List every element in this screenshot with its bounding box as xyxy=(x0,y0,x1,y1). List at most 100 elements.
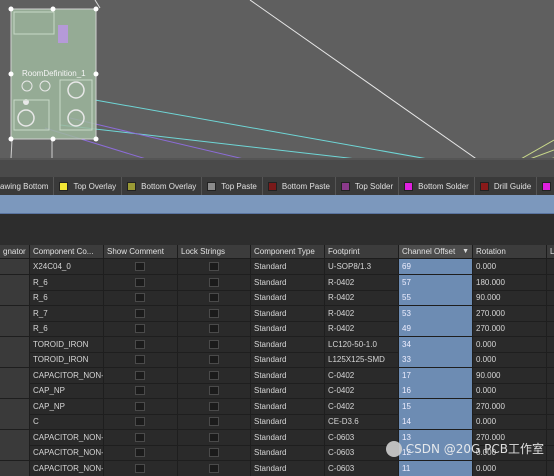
lock-strings-checkbox[interactable] xyxy=(209,370,219,380)
rotation-cell[interactable]: 270.000 xyxy=(473,305,547,321)
show-comment-checkbox[interactable] xyxy=(135,324,145,333)
layer-tab[interactable]: Bottom Solder xyxy=(399,177,475,195)
component-type-cell[interactable]: Standard xyxy=(251,336,325,352)
designator-cell[interactable] xyxy=(0,274,30,290)
comment-cell[interactable]: R_7 xyxy=(30,305,104,321)
lock-strings-cell[interactable] xyxy=(178,336,251,352)
show-comment-cell[interactable] xyxy=(104,398,178,414)
show-comment-checkbox[interactable] xyxy=(135,339,145,349)
extra-cell[interactable] xyxy=(547,399,554,414)
table-row[interactable]: R_6 Standard R-0402 55 90.000 xyxy=(0,290,554,306)
designator-cell[interactable] xyxy=(0,445,30,460)
component-type-cell[interactable]: Standard xyxy=(251,367,325,383)
designator-cell[interactable] xyxy=(0,336,30,352)
component-type-cell[interactable]: Standard xyxy=(251,414,325,429)
rotation-cell[interactable]: 0.000 xyxy=(473,336,547,352)
rotation-cell[interactable]: 270.000 xyxy=(473,321,547,336)
designator-cell[interactable] xyxy=(0,259,30,274)
extra-cell[interactable] xyxy=(547,290,554,305)
show-comment-cell[interactable] xyxy=(104,460,178,476)
comment-cell[interactable]: CAPACITOR_NON-F xyxy=(30,460,104,476)
designator-cell[interactable] xyxy=(0,398,30,414)
show-comment-checkbox[interactable] xyxy=(135,277,145,287)
layer-tab[interactable]: Top Overlay xyxy=(54,177,123,195)
show-comment-checkbox[interactable] xyxy=(135,293,145,302)
channel-offset-cell[interactable]: 69 xyxy=(399,259,473,274)
rotation-cell[interactable]: 180.000 xyxy=(473,274,547,290)
lock-strings-cell[interactable] xyxy=(178,259,251,274)
designator-cell[interactable] xyxy=(0,305,30,321)
layer-tab[interactable]: Top Solder xyxy=(336,177,400,195)
component-type-cell[interactable]: Standard xyxy=(251,274,325,290)
layer-tab[interactable]: Bottom Paste xyxy=(263,177,336,195)
column-header[interactable]: gnator xyxy=(0,245,30,258)
footprint-cell[interactable]: LC120-50-1.0 xyxy=(325,336,399,352)
comment-cell[interactable]: TOROID_IRON xyxy=(30,352,104,367)
footprint-cell[interactable]: L125X125-SMD xyxy=(325,352,399,367)
table-row[interactable]: C Standard CE-D3.6 14 0.000 xyxy=(0,414,554,430)
lock-strings-checkbox[interactable] xyxy=(209,293,219,302)
designator-cell[interactable] xyxy=(0,367,30,383)
channel-offset-cell[interactable]: 15 xyxy=(399,398,473,414)
footprint-cell[interactable]: R-0402 xyxy=(325,321,399,336)
table-row[interactable]: CAPACITOR_NON-F Standard C-0402 17 90.000 xyxy=(0,367,554,384)
lock-strings-cell[interactable] xyxy=(178,274,251,290)
component-type-cell[interactable]: Standard xyxy=(251,290,325,305)
lock-strings-cell[interactable] xyxy=(178,367,251,383)
column-header[interactable]: L xyxy=(547,245,554,258)
designator-cell[interactable] xyxy=(0,321,30,336)
channel-offset-cell[interactable]: 14 xyxy=(399,414,473,429)
comment-cell[interactable]: R_6 xyxy=(30,290,104,305)
footprint-cell[interactable]: C-0402 xyxy=(325,398,399,414)
show-comment-cell[interactable] xyxy=(104,305,178,321)
column-header[interactable]: Rotation xyxy=(473,245,547,258)
show-comment-checkbox[interactable] xyxy=(135,355,145,364)
footprint-cell[interactable]: R-0402 xyxy=(325,305,399,321)
show-comment-cell[interactable] xyxy=(104,383,178,398)
extra-cell[interactable] xyxy=(547,368,554,383)
designator-cell[interactable] xyxy=(0,429,30,445)
extra-cell[interactable] xyxy=(547,414,554,429)
comment-cell[interactable]: TOROID_IRON xyxy=(30,336,104,352)
lock-strings-checkbox[interactable] xyxy=(209,401,219,411)
table-row[interactable]: R_6 Standard R-0402 49 270.000 xyxy=(0,321,554,337)
show-comment-cell[interactable] xyxy=(104,414,178,429)
show-comment-checkbox[interactable] xyxy=(135,262,145,271)
component-type-cell[interactable]: Standard xyxy=(251,460,325,476)
lock-strings-cell[interactable] xyxy=(178,445,251,460)
column-header[interactable]: Component Co... xyxy=(30,245,104,258)
lock-strings-cell[interactable] xyxy=(178,352,251,367)
lock-strings-cell[interactable] xyxy=(178,414,251,429)
lock-strings-checkbox[interactable] xyxy=(209,417,219,426)
extra-cell[interactable] xyxy=(547,461,554,476)
channel-offset-cell[interactable]: 49 xyxy=(399,321,473,336)
lock-strings-checkbox[interactable] xyxy=(209,355,219,364)
channel-offset-cell[interactable]: 53 xyxy=(399,305,473,321)
footprint-cell[interactable]: C-0402 xyxy=(325,383,399,398)
channel-offset-cell[interactable]: 33 xyxy=(399,352,473,367)
channel-offset-cell[interactable]: 34 xyxy=(399,336,473,352)
footprint-cell[interactable]: R-0402 xyxy=(325,290,399,305)
lock-strings-checkbox[interactable] xyxy=(209,262,219,271)
comment-cell[interactable]: CAPACITOR_NON-F xyxy=(30,445,104,460)
lock-strings-cell[interactable] xyxy=(178,383,251,398)
component-type-cell[interactable]: Standard xyxy=(251,321,325,336)
extra-cell[interactable] xyxy=(547,383,554,398)
layer-tab[interactable] xyxy=(537,177,554,195)
channel-offset-cell[interactable]: 17 xyxy=(399,367,473,383)
extra-cell[interactable] xyxy=(547,275,554,290)
extra-cell[interactable] xyxy=(547,306,554,321)
comment-cell[interactable]: R_6 xyxy=(30,321,104,336)
channel-offset-cell[interactable]: 16 xyxy=(399,383,473,398)
lock-strings-checkbox[interactable] xyxy=(209,308,219,318)
table-row[interactable]: R_7 Standard R-0402 53 270.000 xyxy=(0,305,554,322)
table-row[interactable]: X24C04_0 Standard U-SOP8/1.3 69 0.000 xyxy=(0,259,554,275)
lock-strings-cell[interactable] xyxy=(178,305,251,321)
column-header[interactable]: Channel Offset ▼ xyxy=(399,245,473,258)
show-comment-cell[interactable] xyxy=(104,336,178,352)
footprint-cell[interactable]: C-0402 xyxy=(325,367,399,383)
comment-cell[interactable]: CAPACITOR_NON-F xyxy=(30,429,104,445)
show-comment-cell[interactable] xyxy=(104,445,178,460)
component-type-cell[interactable]: Standard xyxy=(251,352,325,367)
comment-cell[interactable]: R_6 xyxy=(30,274,104,290)
